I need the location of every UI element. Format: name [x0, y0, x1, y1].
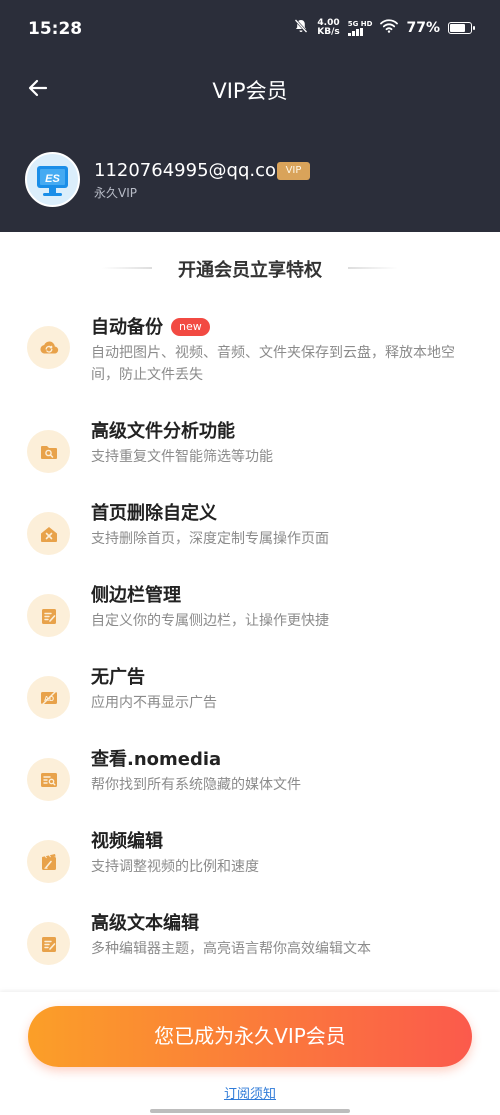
avatar-text: ES	[45, 173, 60, 185]
video-edit-icon	[27, 840, 70, 883]
battery-percent: 77%	[406, 20, 440, 36]
avatar[interactable]: ES	[25, 152, 80, 207]
feature-item-auto-backup: 自动备份 new 自动把图片、视频、音频、文件夹保存到云盘，释放本地空间，防止文件…	[0, 306, 500, 388]
vip-status-button[interactable]: 您已成为永久VIP会员	[28, 1006, 472, 1067]
feature-item-sidebar-management: 侧边栏管理 自定义你的专属侧边栏，让操作更快捷	[0, 574, 500, 656]
mute-bell-icon	[293, 18, 309, 38]
divider-right	[348, 267, 398, 269]
net-speed: 4.00 KB/s	[317, 18, 340, 37]
feature-item-nomedia: 查看.nomedia 帮你找到所有系统隐藏的媒体文件	[0, 738, 500, 820]
section-title: 开通会员立享特权	[178, 260, 322, 281]
status-bar: 15:28 4.00 KB/s 5G HD 77%	[0, 0, 500, 60]
home-indicator[interactable]	[150, 1109, 350, 1113]
feature-name: 高级文件分析功能	[91, 421, 235, 442]
footer: 您已成为永久VIP会员 订阅须知	[0, 992, 500, 1115]
cloud-sync-icon	[27, 326, 70, 369]
battery-icon	[448, 22, 475, 34]
home-delete-icon	[27, 512, 70, 555]
user-email: 1120764995@qq.com	[94, 160, 294, 181]
feature-desc: 支持删除首页，深度定制专属操作页面	[91, 531, 329, 547]
feature-desc: 支持重复文件智能筛选等功能	[91, 449, 273, 465]
feature-desc: 帮你找到所有系统隐藏的媒体文件	[91, 777, 301, 793]
signal-icon: 5G HD	[347, 20, 372, 36]
feature-desc: 自定义你的专属侧边栏，让操作更快捷	[91, 613, 329, 629]
feature-item-text-edit: 高级文本编辑 多种编辑器主题，高亮语言帮你高效编辑文本	[0, 902, 500, 984]
new-badge: new	[171, 318, 210, 336]
vip-badge: VIP	[277, 162, 310, 180]
status-time: 15:28	[28, 19, 83, 39]
subscription-terms-link[interactable]: 订阅须知	[0, 1083, 500, 1102]
header: 15:28 4.00 KB/s 5G HD 77% VIP会员 ES 11207…	[0, 0, 500, 232]
feature-item-no-ads: AD 无广告 应用内不再显示广告	[0, 656, 500, 738]
media-search-icon	[27, 758, 70, 801]
folder-search-icon	[27, 430, 70, 473]
feature-desc: 自动把图片、视频、音频、文件夹保存到云盘，释放本地空间，防止文件丢失	[91, 345, 455, 383]
no-ad-icon: AD	[27, 676, 70, 719]
feature-name: 侧边栏管理	[91, 585, 181, 606]
feature-desc: 应用内不再显示广告	[91, 695, 217, 711]
feature-name: 视频编辑	[91, 831, 163, 852]
feature-item-video-edit: 视频编辑 支持调整视频的比例和速度	[0, 820, 500, 902]
page-title: VIP会员	[212, 79, 288, 103]
feature-name: 首页删除自定义	[91, 503, 217, 524]
feature-desc: 多种编辑器主题，高亮语言帮你高效编辑文本	[91, 941, 371, 957]
feature-name: 高级文本编辑	[91, 913, 199, 934]
benefits-section: 开通会员立享特权 自动备份 new 自动把图片、视频、音频、文件夹保存到云盘，释放…	[0, 232, 500, 992]
membership-type: 永久VIP	[94, 186, 137, 200]
text-edit-icon	[27, 922, 70, 965]
feature-desc: 支持调整视频的比例和速度	[91, 859, 259, 875]
feature-name: 自动备份 new	[91, 313, 210, 339]
status-icons: 4.00 KB/s 5G HD 77%	[293, 18, 475, 38]
battery-level-fill	[450, 24, 465, 32]
feature-item-homepage-delete: 首页删除自定义 支持删除首页，深度定制专属操作页面	[0, 492, 500, 574]
feature-item-file-analysis: 高级文件分析功能 支持重复文件智能筛选等功能	[0, 410, 500, 492]
feature-name: 查看.nomedia	[91, 749, 222, 770]
edit-list-icon	[27, 594, 70, 637]
feature-name: 无广告	[91, 667, 145, 688]
wifi-icon	[380, 19, 399, 37]
